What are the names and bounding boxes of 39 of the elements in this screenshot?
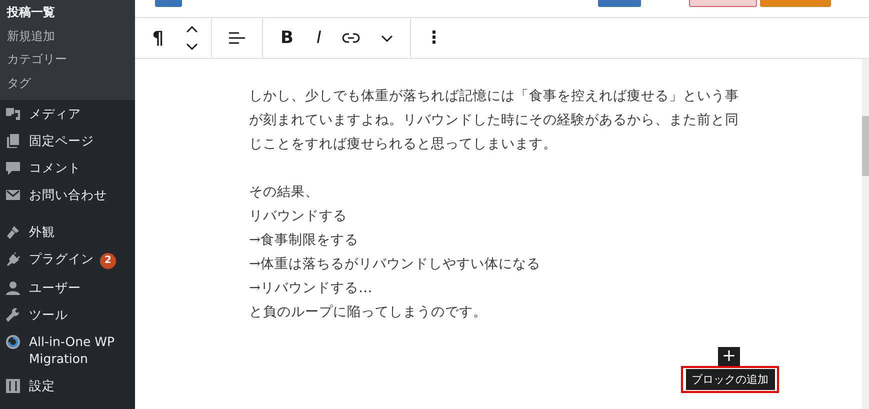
submenu-item[interactable]: カテゴリー <box>0 48 135 72</box>
link-icon[interactable] <box>342 33 360 43</box>
submenu-item[interactable]: 新規追加 <box>0 24 135 48</box>
paragraph-button[interactable]: ¶ <box>139 18 177 58</box>
align-icon[interactable] <box>229 31 245 45</box>
media-icon <box>5 106 21 122</box>
wrench-icon <box>5 307 21 323</box>
move-up-down-icon[interactable] <box>186 25 198 51</box>
sliders-icon <box>5 378 21 394</box>
menu-item[interactable]: 固定ページ <box>29 132 94 149</box>
submenu-item[interactable]: 投稿一覧 <box>0 1 135 24</box>
plug-icon <box>5 251 21 267</box>
menu-item[interactable]: プラグイン <box>29 250 94 267</box>
menu-item[interactable]: ユーザー <box>29 279 81 296</box>
menu-item[interactable]: 外観 <box>29 223 55 240</box>
menu-item[interactable]: ツール <box>29 306 68 323</box>
bold-button[interactable]: B <box>270 18 304 58</box>
add-block-button[interactable]: + <box>718 347 740 366</box>
tooltip: ブロックの追加 <box>686 369 774 390</box>
scrollbar[interactable] <box>862 59 869 409</box>
menu-item[interactable]: メディア <box>29 105 81 122</box>
submenu-item[interactable]: タグ <box>0 72 135 95</box>
update-count-badge: 2 <box>100 253 116 269</box>
italic-button[interactable]: I <box>304 18 334 58</box>
menu-item[interactable]: 設定 <box>29 377 55 394</box>
pages-icon <box>5 133 21 149</box>
toolbar-button[interactable] <box>689 0 757 7</box>
envelope-icon <box>5 187 21 203</box>
caret-icon[interactable] <box>381 34 393 42</box>
options-button[interactable]: ⋮ <box>415 18 453 58</box>
menu-item[interactable]: お問い合わせ <box>29 186 107 203</box>
paragraph-text: その結果、 リバウンドする →食事制限をする →体重は落ちるがリバウンドしやすい体になる →リバウンドする… と負のループに陥ってしまうのです。 <box>249 183 542 322</box>
menu-item[interactable]: コメント <box>29 159 81 176</box>
menu-item[interactable]: All-in-One WP Migration <box>29 333 129 367</box>
paragraph-text: しかし、少しでも体重が落ちれば記憶には「食事を控えれば痩せる」という事が刻まれていますよね。リバウンドした時にその経験があるから、また前と同じことをすれば痩せられると思ってしまいます。 <box>249 87 740 154</box>
user-icon <box>5 280 21 296</box>
comment-icon <box>5 160 21 176</box>
ring-icon <box>5 334 21 350</box>
brush-icon <box>5 224 21 240</box>
